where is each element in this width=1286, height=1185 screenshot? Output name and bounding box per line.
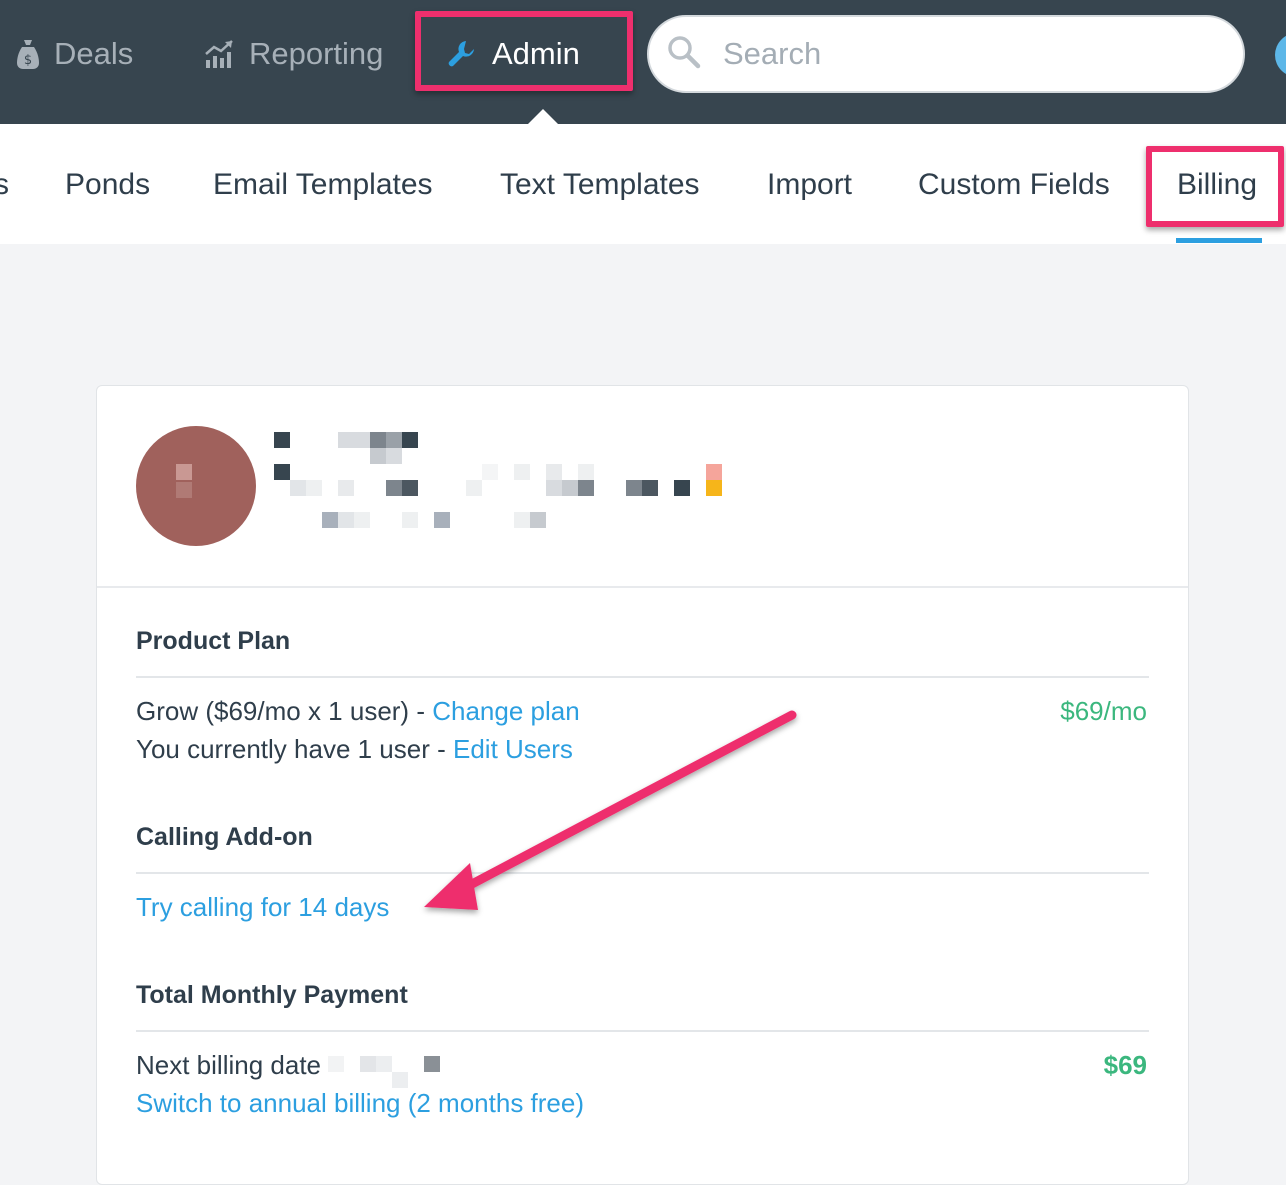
nav-reporting[interactable]: Reporting <box>203 34 383 74</box>
billing-card: Product Plan Grow ($69/mo x 1 user) - Ch… <box>96 385 1189 1185</box>
nav-admin[interactable]: Admin <box>446 34 580 74</box>
section-divider <box>136 1030 1149 1032</box>
nav-deals[interactable]: $ Deals <box>16 34 133 74</box>
top-nav: $ Deals Reporting Admin <box>0 0 1286 125</box>
plan-line: Grow ($69/mo x 1 user) - Change plan <box>136 696 580 727</box>
calling-addon-title: Calling Add-on <box>136 823 313 851</box>
account-avatar <box>136 426 256 546</box>
next-billing-label: Next billing date <box>136 1050 321 1080</box>
search-icon <box>667 35 701 74</box>
try-calling-link[interactable]: Try calling for 14 days <box>136 892 389 923</box>
nav-reporting-label: Reporting <box>249 36 384 71</box>
subnav-item-text-templates[interactable]: Text Templates <box>500 168 700 202</box>
users-line: You currently have 1 user - Edit Users <box>136 734 573 765</box>
search-box[interactable] <box>647 15 1245 93</box>
nav-deals-label: Deals <box>54 36 134 71</box>
plan-text: Grow ($69/mo x 1 user) - <box>136 696 433 726</box>
product-plan-title: Product Plan <box>136 627 291 655</box>
wrench-icon <box>446 38 478 70</box>
active-nav-caret <box>527 109 559 125</box>
next-billing-line: Next billing date <box>136 1050 448 1089</box>
user-avatar[interactable] <box>1275 33 1286 77</box>
reporting-icon <box>203 38 235 70</box>
section-divider <box>136 872 1149 874</box>
subnav-item-billing[interactable]: Billing <box>1177 168 1257 202</box>
total-payment-title: Total Monthly Payment <box>136 981 408 1009</box>
change-plan-link[interactable]: Change plan <box>432 696 579 726</box>
edit-users-link[interactable]: Edit Users <box>453 734 573 764</box>
redacted-billing-date <box>328 1054 448 1089</box>
section-divider <box>136 676 1149 678</box>
subnav-item-partial[interactable]: s <box>0 168 9 202</box>
search-input[interactable] <box>723 36 1183 72</box>
svg-text:$: $ <box>24 53 32 68</box>
admin-subnav: s Ponds Email Templates Text Templates I… <box>0 124 1286 244</box>
annual-billing-link[interactable]: Switch to annual billing (2 months free) <box>136 1088 584 1119</box>
subnav-item-email-templates[interactable]: Email Templates <box>213 168 433 202</box>
total-amount: $69 <box>1103 1050 1147 1080</box>
card-divider <box>97 586 1188 588</box>
plan-price: $69/mo <box>1060 696 1147 726</box>
subnav-item-custom-fields[interactable]: Custom Fields <box>918 168 1110 202</box>
subnav-item-ponds[interactable]: Ponds <box>65 168 150 202</box>
users-text: You currently have 1 user - <box>136 734 453 764</box>
active-tab-indicator <box>1176 238 1262 243</box>
redacted-account-info <box>272 432 732 532</box>
subnav-item-import[interactable]: Import <box>767 168 852 202</box>
deals-icon: $ <box>16 38 40 70</box>
nav-admin-label: Admin <box>492 36 580 71</box>
